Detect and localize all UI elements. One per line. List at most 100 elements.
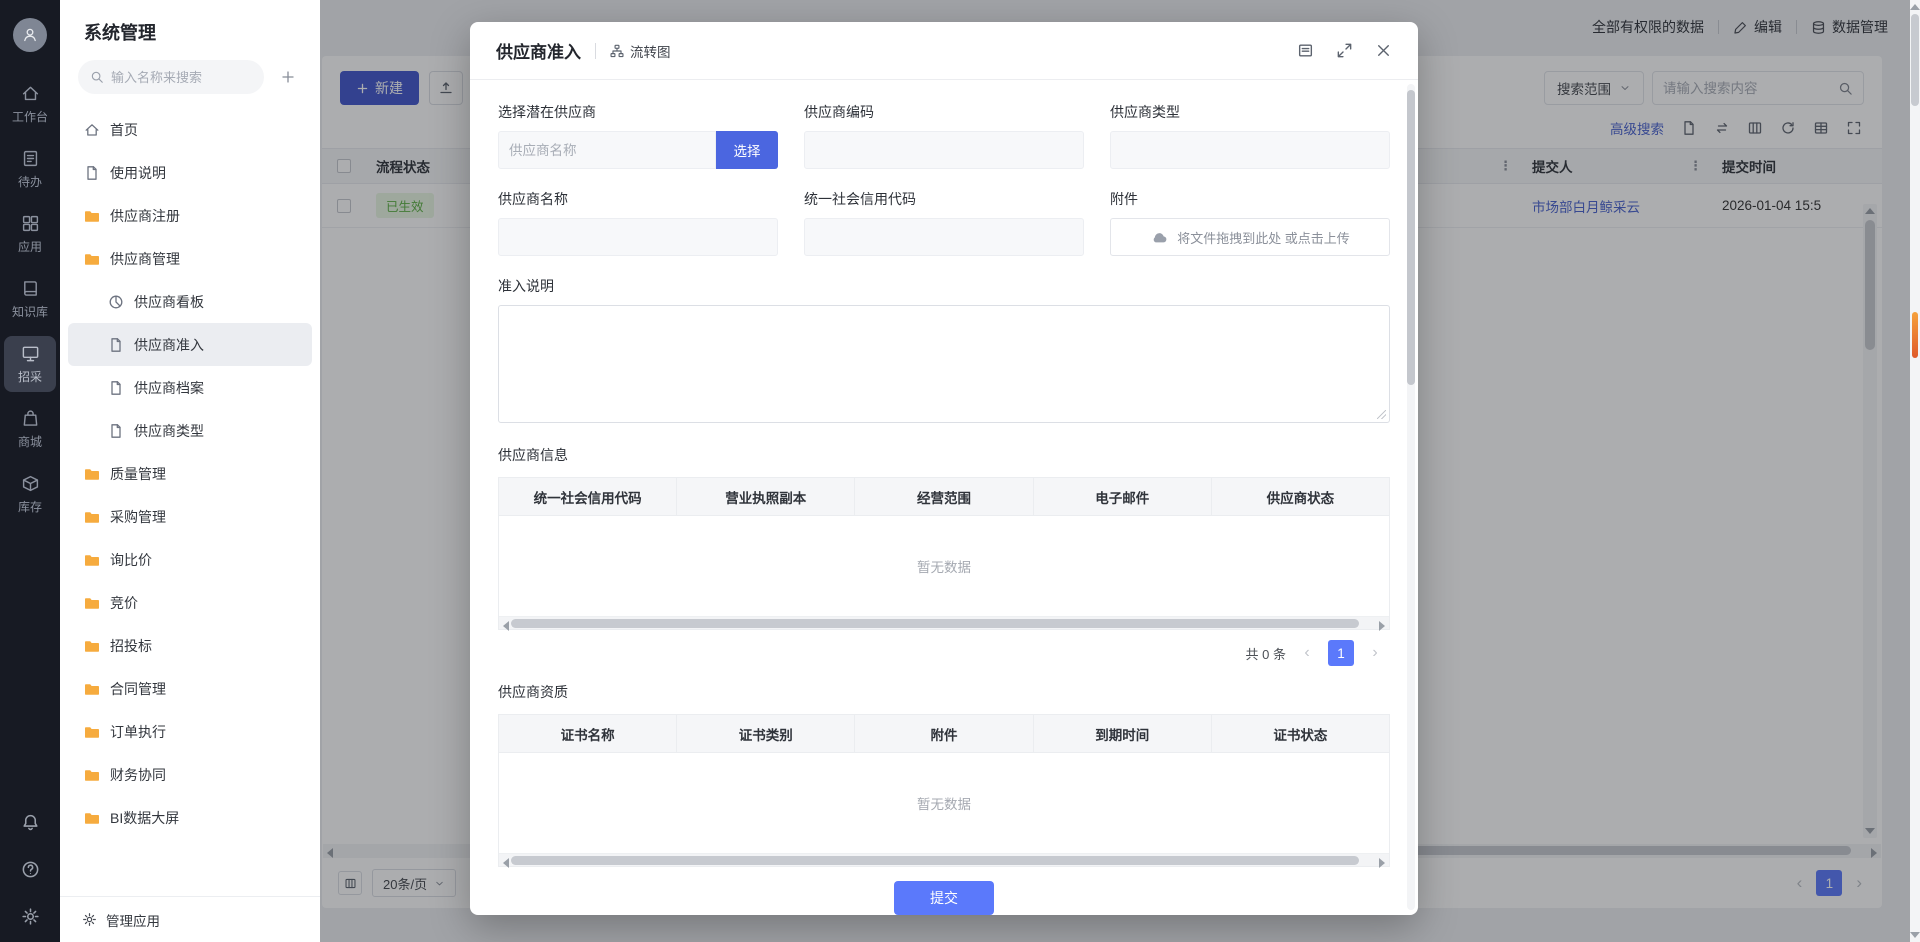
- rail-item-todo[interactable]: 待办: [4, 141, 56, 197]
- scroll-left-arrow[interactable]: [503, 621, 509, 631]
- sidebar-item-inquiry[interactable]: 询比价: [68, 538, 312, 581]
- divider: [595, 43, 596, 59]
- file-upload-dropzone[interactable]: 将文件拖拽到此处 或点击上传: [1110, 218, 1390, 256]
- modal-header: 供应商准入 流转图: [470, 22, 1418, 80]
- folder-icon: [84, 638, 100, 654]
- admission-note-textarea[interactable]: [498, 305, 1390, 423]
- column-business-scope: 经营范围: [855, 478, 1033, 515]
- attachment-field: 附件 将文件拖拽到此处 或点击上传: [1110, 189, 1390, 256]
- sidebar-item-label: BI数据大屏: [110, 808, 179, 828]
- help-icon[interactable]: [21, 860, 40, 879]
- rail-item-procurement[interactable]: 招采: [4, 336, 56, 392]
- app-rail: 工作台 待办 应用 知识库 招采 商城 库存: [0, 0, 60, 942]
- sidebar-item-bidding[interactable]: 竞价: [68, 581, 312, 624]
- sidebar-item-label: 招投标: [110, 636, 152, 656]
- scroll-left-arrow[interactable]: [503, 858, 509, 868]
- rail-bottom-group: [0, 813, 60, 926]
- admission-note-field: 准入说明: [498, 276, 1390, 423]
- monitor-icon: [21, 344, 40, 363]
- submit-button[interactable]: 提交: [894, 881, 994, 915]
- prev-page-button[interactable]: ‹: [1294, 640, 1320, 666]
- credit-code-input[interactable]: [815, 230, 1073, 245]
- sidebar-item-purchasing[interactable]: 采购管理: [68, 495, 312, 538]
- document-icon: [84, 165, 100, 181]
- scrollbar-thumb[interactable]: [1407, 90, 1415, 385]
- supplier-code-input[interactable]: [815, 143, 1073, 158]
- column-email: 电子邮件: [1034, 478, 1212, 515]
- rail-item-apps[interactable]: 应用: [4, 206, 56, 262]
- sidebar-item-supplier-type[interactable]: 供应商类型: [68, 409, 312, 452]
- person-icon: [22, 27, 38, 43]
- modal-scrollbar[interactable]: [1407, 84, 1415, 910]
- sidebar-item-label: 竞价: [110, 593, 138, 613]
- folder-icon: [84, 767, 100, 783]
- scrollbar-thumb[interactable]: [511, 856, 1359, 865]
- supplier-code-field: 供应商编码: [804, 102, 1084, 169]
- sidebar-item-usage[interactable]: 使用说明: [68, 151, 312, 194]
- sidebar-item-bi-screen[interactable]: BI数据大屏: [68, 796, 312, 839]
- sidebar-item-supplier-management[interactable]: 供应商管理: [68, 237, 312, 280]
- add-menu-button[interactable]: [274, 63, 302, 91]
- folder-icon: [84, 466, 100, 482]
- sidebar-item-home[interactable]: 首页: [68, 108, 312, 151]
- flow-chart-icon: [610, 44, 624, 58]
- sidebar-item-finance[interactable]: 财务协同: [68, 753, 312, 796]
- rail-item-label: 库存: [18, 498, 42, 515]
- scroll-right-arrow[interactable]: [1379, 621, 1385, 631]
- flow-chart-link[interactable]: 流转图: [610, 41, 671, 61]
- form-view-icon[interactable]: [1297, 42, 1314, 59]
- supplier-type-input[interactable]: [1121, 143, 1379, 158]
- rail-item-mall[interactable]: 商城: [4, 401, 56, 457]
- rail-item-label: 待办: [18, 173, 42, 190]
- sidebar-item-label: 供应商准入: [134, 335, 204, 355]
- supplier-name-input[interactable]: [509, 230, 767, 245]
- supplier-info-table: 统一社会信用代码 营业执照副本 经营范围 电子邮件 供应商状态 暂无数据: [498, 477, 1390, 630]
- rail-item-label: 商城: [18, 433, 42, 450]
- field-label: 供应商类型: [1110, 102, 1390, 122]
- document-icon: [108, 337, 124, 353]
- field-label: 选择潜在供应商: [498, 102, 778, 122]
- sidebar-item-quality[interactable]: 质量管理: [68, 452, 312, 495]
- sidebar-search-input[interactable]: [111, 70, 252, 85]
- fullscreen-icon[interactable]: [1336, 42, 1353, 59]
- column-attachment: 附件: [855, 715, 1033, 752]
- sidebar-item-supplier-dashboard[interactable]: 供应商看板: [68, 280, 312, 323]
- page-scrollbar[interactable]: [1910, 0, 1920, 942]
- rail-item-inventory[interactable]: 库存: [4, 466, 56, 522]
- scroll-down-arrow[interactable]: [1910, 932, 1920, 938]
- scroll-position-marker: [1912, 312, 1918, 358]
- table-horizontal-scrollbar[interactable]: [499, 616, 1389, 629]
- close-icon[interactable]: [1375, 42, 1392, 59]
- column-expiry-date: 到期时间: [1034, 715, 1212, 752]
- sidebar-menu: 首页 使用说明 供应商注册 供应商管理 供应商看板 供应商准入 供应商档案 供应…: [60, 106, 320, 896]
- rail-item-knowledge[interactable]: 知识库: [4, 271, 56, 327]
- folder-icon: [84, 595, 100, 611]
- current-page-button[interactable]: 1: [1328, 640, 1354, 666]
- folder-icon: [84, 208, 100, 224]
- scrollbar-thumb[interactable]: [511, 619, 1359, 628]
- scroll-right-arrow[interactable]: [1379, 858, 1385, 868]
- document-icon: [108, 380, 124, 396]
- bell-icon[interactable]: [21, 813, 40, 832]
- scroll-up-arrow[interactable]: [1910, 4, 1920, 10]
- manage-apps-button[interactable]: 管理应用: [60, 896, 320, 942]
- sidebar-item-supplier-admission[interactable]: 供应商准入: [68, 323, 312, 366]
- sidebar-item-order-execution[interactable]: 订单执行: [68, 710, 312, 753]
- table-horizontal-scrollbar[interactable]: [499, 853, 1389, 866]
- column-cert-category: 证书类别: [677, 715, 855, 752]
- potential-supplier-input[interactable]: [509, 143, 705, 158]
- user-avatar[interactable]: [13, 18, 47, 52]
- scrollbar-thumb[interactable]: [1911, 14, 1919, 106]
- sidebar-item-contract[interactable]: 合同管理: [68, 667, 312, 710]
- sidebar-item-supplier-register[interactable]: 供应商注册: [68, 194, 312, 237]
- next-page-button[interactable]: ›: [1362, 640, 1388, 666]
- gear-icon[interactable]: [21, 907, 40, 926]
- sidebar-item-supplier-archive[interactable]: 供应商档案: [68, 366, 312, 409]
- column-cert-status: 证书状态: [1212, 715, 1389, 752]
- sidebar-search[interactable]: [78, 60, 264, 94]
- rail-item-workbench[interactable]: 工作台: [4, 76, 56, 132]
- supplier-qualification-section-title: 供应商资质: [498, 682, 1390, 702]
- sidebar-item-tender[interactable]: 招投标: [68, 624, 312, 667]
- select-supplier-button[interactable]: 选择: [716, 131, 778, 169]
- modal-title: 供应商准入: [496, 38, 581, 63]
